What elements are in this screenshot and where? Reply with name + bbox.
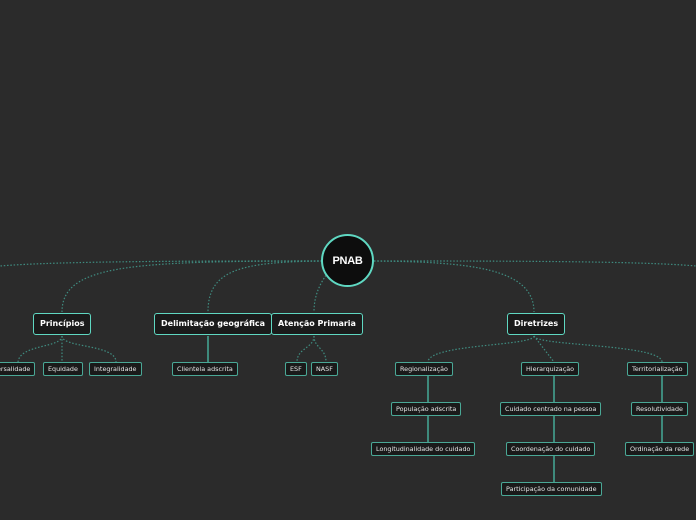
topic-diretrizes[interactable]: Diretrizes	[507, 313, 566, 335]
subtopic-populacao-adscrita[interactable]: População adscrita	[391, 402, 462, 416]
subtopic-label: Regionalização	[400, 365, 448, 373]
subtopic-label: Longitudinalidade do cuidado	[376, 445, 471, 453]
subtopic-label: Resolutividade	[636, 405, 683, 413]
link-root-right-edge	[373, 260, 696, 267]
subtopic-cuidado-centrado[interactable]: Cuidado centrado na pessoa	[500, 402, 602, 416]
topic-atencao-label: Atenção Primaria	[278, 319, 356, 328]
topic-diretrizes-label: Diretrizes	[514, 319, 559, 328]
subtopic-label: Territorialização	[632, 365, 683, 373]
subtopic-label: Cuidado centrado na pessoa	[505, 405, 597, 413]
subtopic-integralidade[interactable]: Integralidade	[89, 362, 142, 376]
link-root-principios	[61, 260, 323, 313]
subtopic-label: Participação da comunidade	[506, 485, 597, 493]
subtopic-label: Coordenação do cuidado	[511, 445, 591, 453]
topic-delimitacao-geografica[interactable]: Delimitação geográfica	[154, 313, 273, 335]
subtopic-label: Clientela adscrita	[177, 365, 233, 373]
subtopic-universalidade[interactable]: ersalidade	[0, 362, 36, 376]
subtopic-longitudinalidade[interactable]: Longitudinalidade do cuidado	[371, 442, 476, 456]
subtopic-coordenacao[interactable]: Coordenação do cuidado	[506, 442, 596, 456]
subtopic-nasf[interactable]: NASF	[311, 362, 338, 376]
subtopic-participacao[interactable]: Participação da comunidade	[501, 482, 602, 496]
link-principios-c3	[61, 335, 117, 363]
topic-principios[interactable]: Princípios	[33, 313, 92, 335]
link-root-left-edge	[0, 260, 323, 267]
link-root-delimitacao	[207, 260, 323, 313]
subtopic-label: Equidade	[48, 365, 78, 373]
subtopic-hierarquizacao[interactable]: Hierarquização	[521, 362, 580, 376]
root-label: PNAB	[332, 254, 363, 267]
link-atencao-nasf	[313, 335, 327, 363]
subtopic-label: Hierarquização	[526, 365, 575, 373]
subtopic-label: ersalidade	[0, 365, 31, 373]
subtopic-equidade[interactable]: Equidade	[43, 362, 83, 376]
subtopic-label: Ordinação da rede	[630, 445, 690, 453]
root-node[interactable]: PNAB	[321, 234, 374, 287]
link-principios-c1	[17, 335, 63, 363]
link-atencao-esf	[296, 335, 315, 363]
link-diretrizes-territorializacao	[533, 335, 663, 363]
subtopic-label: NASF	[316, 365, 333, 373]
subtopic-label: ESF	[290, 365, 302, 373]
subtopic-esf[interactable]: ESF	[285, 362, 307, 376]
topic-delimitacao-label: Delimitação geográfica	[161, 319, 266, 328]
subtopic-resolutividade[interactable]: Resolutividade	[631, 402, 688, 416]
link-root-diretrizes	[373, 260, 535, 313]
subtopic-label: População adscrita	[396, 405, 457, 413]
subtopic-clientela-adscrita[interactable]: Clientela adscrita	[172, 362, 238, 376]
topic-principios-label: Princípios	[40, 319, 85, 328]
subtopic-regionalizacao[interactable]: Regionalização	[395, 362, 453, 376]
link-diretrizes-regionalizacao	[427, 335, 535, 363]
subtopic-label: Integralidade	[94, 365, 137, 373]
topic-atencao-primaria[interactable]: Atenção Primaria	[271, 313, 363, 335]
subtopic-territorializacao[interactable]: Territorialização	[627, 362, 688, 376]
subtopic-ordinacao-rede[interactable]: Ordinação da rede	[625, 442, 695, 456]
